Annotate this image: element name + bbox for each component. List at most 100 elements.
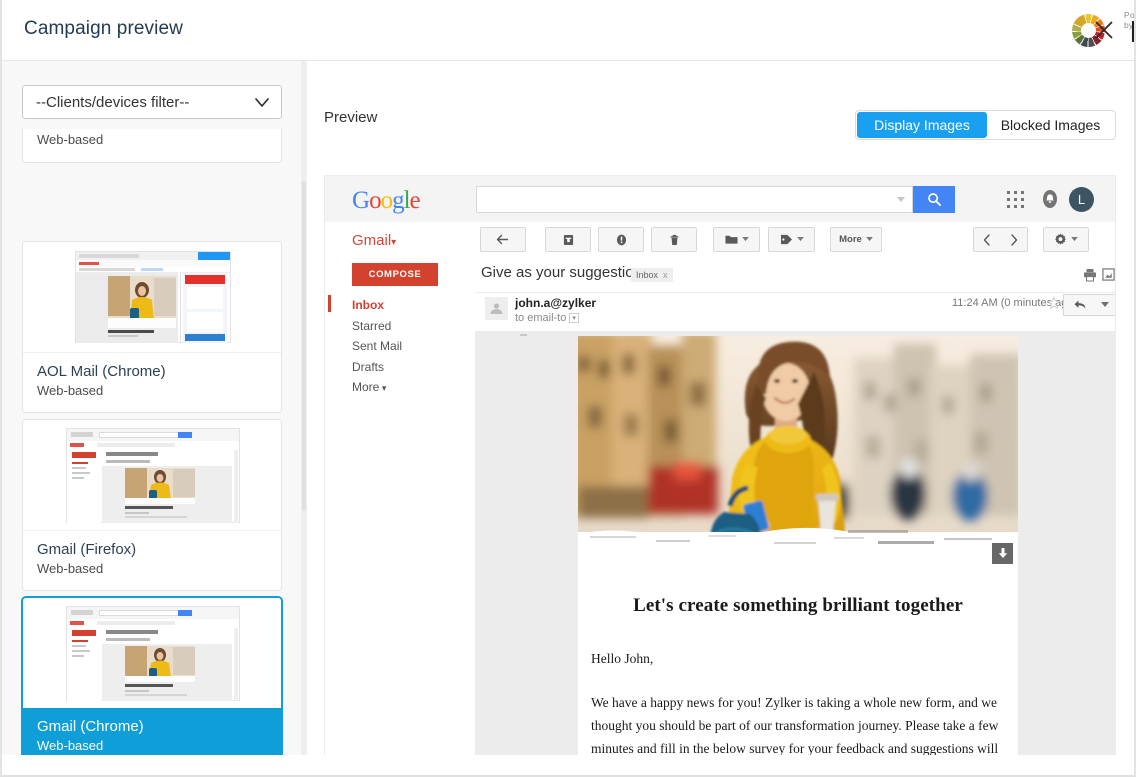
sidebar-item-drafts[interactable]: Drafts	[352, 357, 462, 378]
gear-icon	[1054, 233, 1067, 246]
chevron-down-icon	[797, 237, 804, 242]
message-subject-row: Give as your suggestion Inboxx	[475, 258, 1115, 292]
preview-panel: Preview Display Images Blocked Images Go…	[307, 61, 1136, 755]
message-label-chip[interactable]: Inboxx	[631, 268, 673, 282]
search-button[interactable]	[913, 186, 955, 213]
email-body-area: Let's create something brilliant togethe…	[475, 331, 1115, 755]
back-arrow-icon	[496, 234, 510, 246]
email-heading: Let's create something brilliant togethe…	[591, 595, 1005, 617]
quoted-text-marker	[520, 334, 527, 336]
preview-label: Preview	[324, 109, 377, 126]
campaign-preview-modal: Campaign preview Powered by litmus --Cli…	[0, 0, 1136, 777]
back-button[interactable]	[480, 227, 526, 252]
client-thumbnail	[23, 598, 281, 708]
modal-header: Campaign preview Powered by litmus	[2, 0, 1136, 61]
print-icon[interactable]	[1083, 268, 1097, 282]
list-item-subtitle: Web-based	[37, 560, 267, 578]
remove-label-icon: x	[663, 270, 668, 280]
message-sender-row: john.a@zylker to email-to▾ 11:24 AM (0 m…	[475, 292, 1115, 331]
list-item-aol-mail-chrome[interactable]: AOL Mail (Chrome) Web-based	[22, 241, 282, 413]
open-in-new-window-icon[interactable]	[1102, 268, 1115, 281]
exclamation-icon	[616, 234, 627, 246]
reply-arrow-icon	[1073, 299, 1087, 311]
report-spam-button[interactable]	[598, 227, 644, 252]
account-avatar[interactable]: L	[1069, 187, 1094, 212]
blocked-images-button[interactable]: Blocked Images	[987, 112, 1114, 138]
image-display-toggle[interactable]: Display Images Blocked Images	[855, 110, 1116, 140]
download-image-button[interactable]	[992, 543, 1013, 564]
reply-button[interactable]	[1063, 294, 1096, 316]
sidebar-item-sent-mail[interactable]: Sent Mail	[352, 336, 462, 357]
filter-selected-value: --Clients/devices filter--	[36, 94, 189, 111]
list-item[interactable]: Web-based	[22, 129, 282, 163]
chevron-down-icon	[1071, 237, 1078, 242]
chevron-left-icon	[983, 234, 991, 246]
older-button[interactable]	[1000, 227, 1028, 252]
page-title: Campaign preview	[24, 18, 183, 40]
thumbnail-photo	[125, 646, 195, 682]
client-card-list[interactable]: Web-based	[2, 129, 302, 755]
hero-photo	[578, 336, 1018, 569]
client-thumbnail	[23, 420, 281, 530]
chevron-down-icon: ▾	[569, 313, 579, 323]
message-actions-button[interactable]	[1095, 294, 1116, 316]
gmail-sidebar: COMPOSE Inbox Starred Sent Mail Drafts M…	[325, 258, 475, 755]
chevron-down-icon	[742, 237, 749, 242]
sender-address: john.a@zylker	[515, 296, 596, 310]
sidebar-scrollbar-thumb[interactable]	[302, 181, 306, 511]
litmus-wordmark: litmus	[1130, 18, 1136, 48]
label-tag-icon	[780, 234, 793, 245]
archive-button[interactable]	[545, 227, 591, 252]
sidebar-item-starred[interactable]: Starred	[352, 316, 462, 337]
active-folder-indicator	[328, 295, 331, 312]
list-item-subtitle: Web-based	[37, 737, 267, 755]
person-icon	[485, 297, 508, 320]
chevron-down-icon	[866, 237, 873, 242]
email-hero-image	[578, 336, 1018, 569]
avatar	[485, 297, 508, 320]
notifications-bell-icon[interactable]	[1040, 189, 1060, 209]
star-icon[interactable]	[1047, 296, 1061, 310]
sidebar-item-more[interactable]: More ▾	[352, 377, 462, 399]
clients-devices-filter-select[interactable]: --Clients/devices filter--	[22, 85, 282, 119]
display-images-button[interactable]: Display Images	[857, 112, 987, 138]
message-subject: Give as your suggestion	[481, 264, 642, 281]
trash-icon	[669, 234, 680, 246]
client-thumbnail	[23, 242, 281, 352]
labels-button[interactable]	[768, 227, 815, 252]
chevron-down-icon	[897, 197, 905, 203]
list-item-title: Gmail (Firefox)	[37, 540, 267, 560]
gmail-body: COMPOSE Inbox Starred Sent Mail Drafts M…	[325, 258, 1115, 755]
list-item-gmail-firefox[interactable]: Gmail (Firefox) Web-based	[22, 419, 282, 591]
list-item-subtitle: Web-based	[37, 382, 267, 400]
thumbnail-photo	[125, 468, 195, 504]
compose-button[interactable]: COMPOSE	[352, 263, 438, 286]
chevron-down-icon	[255, 97, 269, 109]
list-item-gmail-chrome[interactable]: Gmail (Chrome) Web-based	[22, 597, 282, 755]
gmail-folder-nav: Inbox Starred Sent Mail Drafts More ▾	[352, 295, 462, 399]
list-item-title: Gmail (Chrome)	[37, 717, 267, 737]
list-item-title: AOL Mail (Chrome)	[37, 362, 267, 382]
newer-button[interactable]	[973, 227, 1001, 252]
apps-grid-icon[interactable]	[1007, 191, 1024, 208]
google-logo: Google	[352, 187, 420, 215]
search-input[interactable]	[476, 186, 913, 213]
move-to-folder-button[interactable]	[713, 227, 760, 252]
chevron-right-icon	[1010, 234, 1018, 246]
settings-button[interactable]	[1043, 227, 1089, 252]
list-item-subtitle: Web-based	[37, 131, 267, 149]
chevron-down-icon	[1101, 302, 1109, 308]
email-greeting: Hello John,	[591, 651, 1005, 667]
close-button[interactable]	[1090, 16, 1118, 44]
gmail-client-preview: Google	[324, 175, 1116, 755]
gmail-brand-menu[interactable]: Gmail▾	[352, 232, 396, 249]
more-actions-button[interactable]: More	[830, 227, 882, 252]
email-text: Let's create something brilliant togethe…	[578, 595, 1018, 755]
email-paragraph: We have a happy news for you! Zylker is …	[591, 691, 1005, 755]
message-pane: Give as your suggestion Inboxx	[475, 258, 1115, 755]
search-icon	[927, 192, 942, 207]
recipient-line[interactable]: to email-to▾	[515, 312, 579, 324]
sidebar-item-inbox[interactable]: Inbox	[352, 295, 462, 316]
google-top-bar: Google	[325, 176, 1115, 222]
delete-button[interactable]	[651, 227, 697, 252]
